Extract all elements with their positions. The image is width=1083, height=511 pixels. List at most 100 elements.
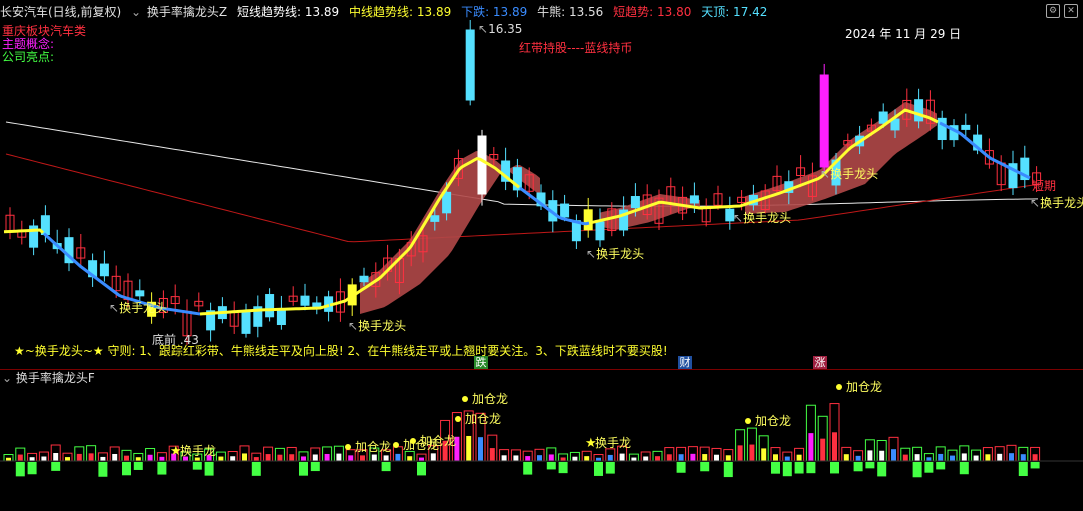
- dragon-label-1: ↖换手龙头: [109, 301, 168, 315]
- candle-body: [465, 29, 475, 101]
- dragon-label-4: ↖换手龙头: [733, 211, 792, 225]
- candle-body: [630, 196, 640, 209]
- top-value: 天顶: 17.42: [701, 5, 768, 19]
- turnover-bar-inner: [301, 456, 306, 461]
- negative-bar: [523, 462, 533, 475]
- negative-bar: [924, 462, 934, 473]
- dragon-label-3: ↖换手龙头: [586, 247, 645, 261]
- rise-badge[interactable]: 涨: [813, 356, 827, 369]
- turnover-bar-inner: [65, 457, 70, 461]
- strategy-text: 红带持股----蓝线持币: [519, 41, 633, 55]
- close-icon[interactable]: ✕: [1064, 4, 1078, 18]
- turnover-bar-inner: [619, 453, 625, 461]
- negative-bar: [830, 462, 839, 474]
- fall-badge[interactable]: 跌: [474, 356, 488, 369]
- candle-body: [312, 302, 322, 308]
- turnover-bar-inner: [666, 454, 672, 461]
- turnover-bar-inner: [961, 453, 967, 461]
- turnover-bar-inner: [230, 456, 236, 461]
- turnover-bar-inner: [796, 454, 802, 461]
- chart-window: 长安汽车(日线,前复权) ⌄ 换手率擒龙头Z 短线趋势线: 13.89 中线趋势…: [0, 0, 1083, 511]
- dot-icon: [462, 396, 468, 402]
- turnover-bar-inner: [914, 454, 920, 461]
- high-price-label: ↖16.35: [478, 22, 523, 36]
- negative-bar: [381, 462, 391, 472]
- turnover-bar-inner: [124, 455, 129, 461]
- turnover-bar-inner: [737, 445, 743, 461]
- indicator-header: 长安汽车(日线,前复权) ⌄ 换手率擒龙头Z 短线趋势线: 13.89 中线趋势…: [0, 4, 773, 20]
- turnover-bar-inner: [100, 456, 106, 461]
- negative-bar: [959, 462, 969, 475]
- turnover-bar-inner: [360, 455, 365, 461]
- turnover-bar-inner: [808, 433, 814, 461]
- turnover-bar-inner: [466, 435, 472, 461]
- negative-bar: [299, 462, 308, 476]
- turnover-bar-inner: [985, 454, 991, 461]
- negative-bar: [1030, 462, 1040, 469]
- candle-body: [359, 275, 369, 283]
- indicator-name[interactable]: 换手率擒龙头Z: [147, 5, 227, 19]
- stock-name[interactable]: 长安汽车(日线,前复权): [0, 5, 121, 19]
- negative-bar: [676, 462, 686, 473]
- turnover-bar-inner: [88, 453, 94, 461]
- turnover-bar-inner: [371, 454, 377, 461]
- turnover-bar-inner: [41, 456, 47, 461]
- sub-signal-label: 加仓龙: [420, 434, 456, 448]
- turnover-bar-inner: [513, 455, 519, 461]
- negative-bar: [558, 462, 568, 474]
- candle-body: [135, 290, 145, 297]
- dot-icon: [745, 418, 751, 424]
- negative-bar: [936, 462, 946, 470]
- turnover-bar-inner: [312, 454, 318, 461]
- short-trend2-value: 短趋势: 13.80: [613, 5, 692, 19]
- chevron-down-icon[interactable]: ⌄: [131, 5, 141, 19]
- volume-indicator-chart[interactable]: ★换手龙 加仓龙 加仓龙加仓龙加仓龙加仓龙★换手龙加仓龙加仓龙: [0, 373, 1083, 511]
- turnover-bar-inner: [725, 455, 731, 461]
- negative-bar: [417, 462, 426, 476]
- candle-body: [430, 215, 440, 222]
- turnover-bar-inner: [607, 454, 613, 461]
- turnover-bar-inner: [926, 457, 932, 461]
- negative-bar: [723, 462, 733, 478]
- turnover-bar-inner: [631, 457, 637, 461]
- turnover-bar-inner: [324, 453, 330, 461]
- negative-bar: [157, 462, 167, 475]
- turnover-bar-inner: [218, 456, 224, 461]
- dot-icon: [836, 384, 842, 390]
- turnover-bar-inner: [784, 456, 790, 461]
- bull-bear-value: 牛熊: 13.56: [537, 5, 604, 19]
- sub-signal-label: 加仓龙: [846, 380, 882, 394]
- candle-body: [276, 308, 286, 326]
- negative-bar: [310, 462, 320, 472]
- sub-signal-label: 加仓龙: [472, 392, 508, 406]
- turnover-bar-inner: [820, 438, 826, 461]
- candle-body: [961, 124, 971, 130]
- turnover-bar-inner: [938, 453, 944, 461]
- turnover-bar-inner: [867, 450, 873, 461]
- turnover-bar-inner: [407, 456, 413, 461]
- turnover-bar-inner: [277, 454, 283, 461]
- panel-divider: [0, 369, 1083, 370]
- turnover-bar-inner: [714, 454, 719, 461]
- turnover-bar-inner: [194, 457, 200, 461]
- dot-icon: [455, 416, 461, 422]
- negative-bar: [98, 462, 108, 477]
- turnover-bar-inner: [950, 455, 955, 461]
- finance-badge[interactable]: 财: [678, 356, 692, 369]
- turnover-bar-inner: [253, 457, 259, 461]
- turnover-bar-inner: [395, 453, 401, 461]
- gear-icon[interactable]: ⚙: [1046, 4, 1060, 18]
- candle-body: [937, 117, 947, 141]
- turnover-bar-inner: [773, 454, 778, 461]
- candle-body: [878, 111, 888, 124]
- turnover-bar-inner: [690, 453, 696, 461]
- negative-bar: [51, 462, 61, 471]
- date-label: 2024 年 11 月 29 日: [845, 27, 962, 41]
- turnover-bar-inner: [29, 457, 35, 461]
- negative-bar: [204, 462, 214, 476]
- turnover-bar-inner: [525, 456, 531, 461]
- negative-bar: [546, 462, 556, 470]
- turnover-bar-inner: [147, 454, 153, 461]
- turnover-bar-inner: [702, 454, 708, 461]
- sub-signal-label: 加仓龙: [755, 414, 791, 428]
